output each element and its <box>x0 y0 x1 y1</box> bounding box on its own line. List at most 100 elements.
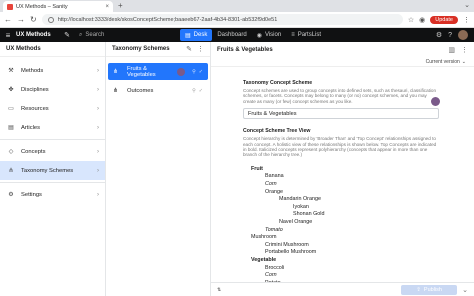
chevron-right-icon: › <box>97 124 99 131</box>
browser-menu-icon[interactable]: ⋮ <box>463 16 470 24</box>
hamburger-menu-icon[interactable]: ≡ <box>0 31 16 40</box>
tree-icon: ⋔ <box>113 88 119 94</box>
avatar <box>177 67 186 76</box>
compose-icon[interactable]: ✎ <box>60 31 74 39</box>
tool-desk-label: Desk <box>193 32 208 38</box>
close-tab-icon[interactable]: × <box>105 4 109 10</box>
forward-arrow-icon[interactable]: → <box>17 15 25 24</box>
sidebar-item-concepts[interactable]: ◇ Concepts › <box>0 142 105 161</box>
tree-view-description: Concept hierarchy is determined by 'Broa… <box>243 136 437 158</box>
more-menu-icon[interactable]: ⋮ <box>197 45 204 53</box>
sidebar-item-taxonomy-schemes[interactable]: ⋔ Taxonomy Schemes › <box>0 161 105 180</box>
pane-header: Fruits & Vegetables ▥ ⋮ <box>211 42 474 57</box>
pane-title: Fruits & Vegetables <box>217 46 273 53</box>
document-title: Outcomes <box>127 87 154 94</box>
chevron-right-icon: › <box>97 86 99 93</box>
bookmark-star-icon[interactable]: ☆ <box>408 16 414 24</box>
url-field[interactable]: http://localhost:3333/desk/skosConceptSc… <box>41 14 403 25</box>
tree-node: Crimini Mushroom <box>265 241 309 248</box>
pane-title: Taxonomy Schemes <box>112 46 170 52</box>
eye-icon: ◉ <box>256 32 262 39</box>
version-selector[interactable]: Current version ⌄ <box>211 57 474 67</box>
plug-icon[interactable]: ⚙ <box>436 31 442 39</box>
tree-node: Mushroom <box>251 234 277 241</box>
tree-node: Corn <box>265 272 277 279</box>
tree-node: Navel Orange <box>279 219 313 225</box>
sidebar-item-settings[interactable]: ⚙ Settings › <box>0 185 105 204</box>
chevron-right-icon: › <box>97 67 99 74</box>
tree-node: Shonan Gold <box>293 211 325 218</box>
sidebar-item-methods[interactable]: ⚒ Methods › <box>0 61 105 80</box>
tool-partslist-label: PartsList <box>297 32 322 38</box>
studio-navbar: ≡ UX Methods ✎ ⌕ Search ▤ Desk Dashboard… <box>0 28 474 42</box>
published-status-icon: ✓ <box>198 87 203 94</box>
list-icon: ≡ <box>291 32 295 38</box>
help-icon[interactable]: ? <box>448 32 452 39</box>
sync-status-icon: ⇅ <box>217 286 222 293</box>
divider <box>0 139 105 140</box>
tab-search-chevron-icon[interactable]: ⌄ <box>464 1 470 9</box>
sidebar-item-label: Resources <box>21 105 49 112</box>
sidebar-item-resources[interactable]: ▭ Resources › <box>0 99 105 118</box>
folder-icon: ▭ <box>8 106 14 112</box>
browser-tab-bar: UX Methods – Sanity × + ⌄ <box>0 0 474 12</box>
back-arrow-icon[interactable]: ← <box>4 15 12 24</box>
more-menu-icon[interactable]: ⋮ <box>461 46 468 54</box>
sidebar-item-label: Concepts <box>21 148 46 155</box>
field-label: Taxonomy Concept Scheme <box>243 80 313 86</box>
tool-dashboard[interactable]: Dashboard <box>212 29 251 41</box>
divider <box>0 182 105 183</box>
sidebar-item-articles[interactable]: ▤ Articles › <box>0 118 105 137</box>
update-button[interactable]: Update <box>430 15 458 24</box>
profile-icon[interactable]: ◉ <box>419 16 425 24</box>
compose-icon[interactable]: ✎ <box>186 45 192 53</box>
tool-partslist[interactable]: ≡ PartsList <box>286 29 326 41</box>
pane-title: UX Methods <box>6 46 41 52</box>
chevron-down-icon: ⌄ <box>461 58 466 65</box>
title-field[interactable]: Fruits & Vegetables <box>243 108 439 120</box>
tag-icon: ◇ <box>8 149 14 155</box>
field-description: Concept schemes are used to group concep… <box>243 88 437 104</box>
tool-vision-label: Vision <box>264 32 282 38</box>
pane-header: Taxonomy Schemes ✎ ⋮ <box>106 42 210 57</box>
tree-node: Iyokan <box>293 203 309 210</box>
tab-title: UX Methods – Sanity <box>16 3 68 10</box>
publish-icon: ⇪ <box>416 286 421 293</box>
publish-button[interactable]: ⇪ Publish <box>401 284 458 295</box>
tree-icon: ⋔ <box>8 168 14 174</box>
project-name[interactable]: UX Methods <box>16 32 60 38</box>
split-pane-icon[interactable]: ▥ <box>448 46 455 54</box>
reload-icon[interactable]: ↻ <box>30 15 37 24</box>
tree-node: Orange <box>265 188 283 195</box>
address-bar-row: ← → ↻ http://localhost:3333/desk/skosCon… <box>0 12 474 28</box>
wrench-icon: ⚒ <box>8 68 14 74</box>
sidebar-item-label: Settings <box>21 191 42 198</box>
avatar[interactable] <box>458 30 468 40</box>
site-info-icon[interactable] <box>47 16 54 23</box>
search-input[interactable]: ⌕ Search <box>74 30 180 40</box>
list-item[interactable]: ⋔ Outcomes ⚲ ✓ <box>108 82 208 99</box>
url-text: http://localhost:3333/desk/skosConceptSc… <box>57 16 278 23</box>
tool-vision[interactable]: ◉ Vision <box>252 29 286 41</box>
browser-tab[interactable]: UX Methods – Sanity × <box>3 1 113 12</box>
version-label: Current version <box>425 58 460 65</box>
sanity-favicon-icon <box>7 3 13 10</box>
chevron-right-icon: › <box>97 191 99 198</box>
concept-tree: Fruit Banana Corn Orange Mandarin Orange Iyok… <box>251 166 439 296</box>
document-title: Fruits & Vegetables <box>127 65 156 78</box>
list-item[interactable]: ⋔ Fruits & Vegetables ⚲ ✓ <box>108 63 208 80</box>
tree-node: Portabello Mushroom <box>265 249 317 256</box>
chevron-down-icon[interactable]: ⌄ <box>462 286 468 294</box>
sidebar-item-disciplines[interactable]: ✤ Disciplines › <box>0 80 105 99</box>
document-editor-pane: Fruits & Vegetables ▥ ⋮ Current version … <box>211 42 474 296</box>
draft-status-icon: ⚲ <box>192 68 196 75</box>
tool-desk[interactable]: ▤ Desk <box>180 29 213 41</box>
tree-node: Corn <box>265 181 277 188</box>
desk-icon: ▤ <box>185 32 191 39</box>
tree-node: Fruit <box>251 165 263 172</box>
tool-dashboard-label: Dashboard <box>217 32 247 38</box>
sidebar-item-label: Methods <box>21 67 44 74</box>
document-form: Taxonomy Concept Scheme Concept schemes … <box>243 80 439 296</box>
search-placeholder: Search <box>85 32 105 38</box>
new-tab-icon[interactable]: + <box>118 1 123 10</box>
